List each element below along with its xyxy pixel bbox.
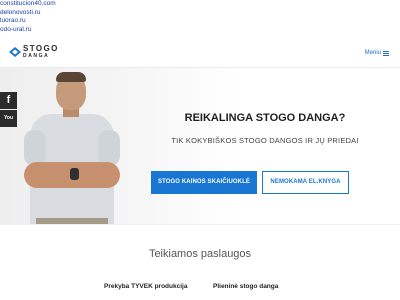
- wristwatch-icon: [70, 168, 79, 180]
- facebook-button[interactable]: f: [0, 92, 17, 109]
- site-logo[interactable]: STOGO DANGA: [9, 44, 69, 62]
- hero-section: [0, 68, 400, 224]
- site-header: STOGO DANGA Meniu: [0, 38, 400, 68]
- logo-mark-icon: [9, 47, 21, 57]
- hero-person-image: [22, 72, 122, 224]
- social-bar: f You: [0, 92, 17, 128]
- external-link[interactable]: delonovosti.ru: [0, 9, 120, 18]
- service-item-tyvek[interactable]: Prekyba TYVEK produkcija: [104, 282, 187, 291]
- service-item-steel-roofing[interactable]: Plieninė stogo danga: [213, 282, 278, 291]
- menu-button[interactable]: Meniu: [365, 48, 389, 58]
- logo-text-top: STOGO: [23, 44, 59, 53]
- external-link[interactable]: luorao.ru: [0, 17, 120, 26]
- free-ebook-button[interactable]: NEMOKAMA EL.KNYGA: [262, 171, 349, 194]
- price-calculator-button[interactable]: STOGO KAINOS SKAIČIUOKLĖ: [151, 171, 257, 194]
- external-link[interactable]: odo-ural.ru: [0, 26, 120, 35]
- facebook-icon: f: [6, 94, 11, 106]
- external-link[interactable]: constitucion40.com: [0, 0, 120, 9]
- section-divider: [0, 224, 400, 225]
- hamburger-icon: [383, 50, 389, 56]
- services-title: Teikiamos paslaugos: [148, 248, 252, 260]
- menu-label: Meniu: [364, 50, 381, 56]
- youtube-icon: You: [3, 115, 14, 121]
- hero-subtitle: TIK KOKYBIŠKOS STOGO DANGOS IR JŲ PRIEDA…: [171, 136, 359, 145]
- external-link-list: constitucion40.com delonovosti.ru luorao…: [0, 0, 120, 34]
- hero-title: REIKALINGA STOGO DANGA?: [184, 112, 346, 124]
- logo-text-bottom: DANGA: [23, 53, 50, 59]
- youtube-button[interactable]: You: [0, 110, 17, 127]
